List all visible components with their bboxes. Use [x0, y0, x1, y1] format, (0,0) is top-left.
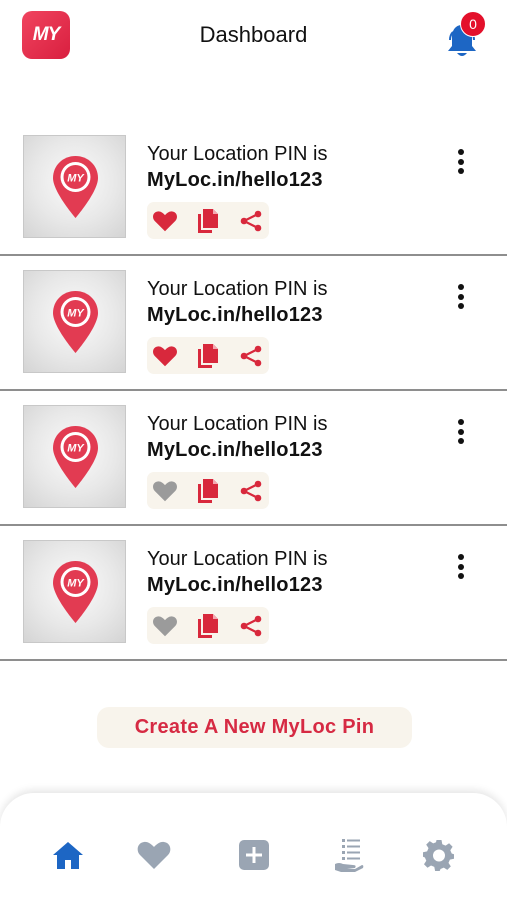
pin-list: MY Your Location PIN is MyLoc.in/hello12… — [0, 121, 507, 661]
svg-text:MY: MY — [67, 578, 85, 590]
share-icon — [240, 345, 262, 367]
copy-icon — [198, 344, 218, 368]
nav-home[interactable] — [51, 838, 85, 872]
pin-actions — [147, 472, 269, 509]
share-button[interactable] — [238, 343, 264, 369]
favorite-button[interactable] — [152, 613, 178, 639]
pin-link[interactable]: MyLoc.in/hello123 — [147, 439, 323, 462]
pin-actions — [147, 337, 269, 374]
pin-link[interactable]: MyLoc.in/hello123 — [147, 169, 323, 192]
heart-icon — [153, 346, 177, 367]
pin-card: MY Your Location PIN is MyLoc.in/hello12… — [0, 121, 507, 256]
list-hand-icon — [335, 839, 364, 872]
copy-button[interactable] — [195, 613, 221, 639]
pin-actions — [147, 607, 269, 644]
svg-text:MY: MY — [67, 443, 85, 455]
pin-caption: Your Location PIN is — [147, 143, 328, 165]
page-title: Dashboard — [199, 22, 308, 47]
notification-count-badge: 0 — [460, 11, 486, 37]
home-icon — [53, 842, 83, 869]
favorite-button[interactable] — [152, 478, 178, 504]
copy-icon — [198, 479, 218, 503]
pin-link[interactable]: MyLoc.in/hello123 — [147, 304, 323, 327]
nav-add[interactable] — [237, 838, 271, 872]
heart-icon — [153, 481, 177, 502]
location-pin-icon: MY — [53, 291, 98, 353]
app-header: MY Dashboard 0 — [0, 0, 507, 70]
heart-icon — [137, 841, 171, 869]
share-icon — [240, 480, 262, 502]
share-button[interactable] — [238, 613, 264, 639]
location-pin-icon: MY — [53, 426, 98, 488]
copy-icon — [198, 209, 218, 233]
pin-thumbnail: MY — [23, 270, 126, 373]
nav-settings[interactable] — [422, 838, 456, 872]
create-new-pin-button[interactable]: Create A New MyLoc Pin — [97, 707, 412, 748]
pin-thumbnail: MY — [23, 135, 126, 238]
copy-button[interactable] — [195, 208, 221, 234]
more-options-icon[interactable] — [450, 284, 472, 318]
more-options-icon[interactable] — [450, 149, 472, 183]
pin-caption: Your Location PIN is — [147, 413, 328, 435]
pin-thumbnail: MY — [23, 540, 126, 643]
pin-card: MY Your Location PIN is MyLoc.in/hello12… — [0, 526, 507, 661]
location-pin-icon: MY — [53, 561, 98, 623]
svg-text:MY: MY — [67, 173, 85, 185]
pin-thumbnail: MY — [23, 405, 126, 508]
nav-favorites[interactable] — [137, 838, 171, 872]
pin-card: MY Your Location PIN is MyLoc.in/hello12… — [0, 256, 507, 391]
share-button[interactable] — [238, 478, 264, 504]
copy-button[interactable] — [195, 343, 221, 369]
location-pin-icon: MY — [53, 156, 98, 218]
bottom-navigation — [0, 793, 507, 900]
share-icon — [240, 615, 262, 637]
add-square-icon — [239, 840, 269, 870]
settings-gear-icon — [423, 840, 454, 871]
svg-text:MY: MY — [67, 308, 85, 320]
nav-list[interactable] — [332, 838, 366, 872]
heart-icon — [153, 616, 177, 637]
pin-caption: Your Location PIN is — [147, 548, 328, 570]
favorite-button[interactable] — [152, 343, 178, 369]
pin-link[interactable]: MyLoc.in/hello123 — [147, 574, 323, 597]
more-options-icon[interactable] — [450, 419, 472, 453]
share-icon — [240, 210, 262, 232]
copy-icon — [198, 614, 218, 638]
share-button[interactable] — [238, 208, 264, 234]
more-options-icon[interactable] — [450, 554, 472, 588]
favorite-button[interactable] — [152, 208, 178, 234]
pin-caption: Your Location PIN is — [147, 278, 328, 300]
copy-button[interactable] — [195, 478, 221, 504]
heart-icon — [153, 211, 177, 232]
pin-actions — [147, 202, 269, 239]
pin-card: MY Your Location PIN is MyLoc.in/hello12… — [0, 391, 507, 526]
